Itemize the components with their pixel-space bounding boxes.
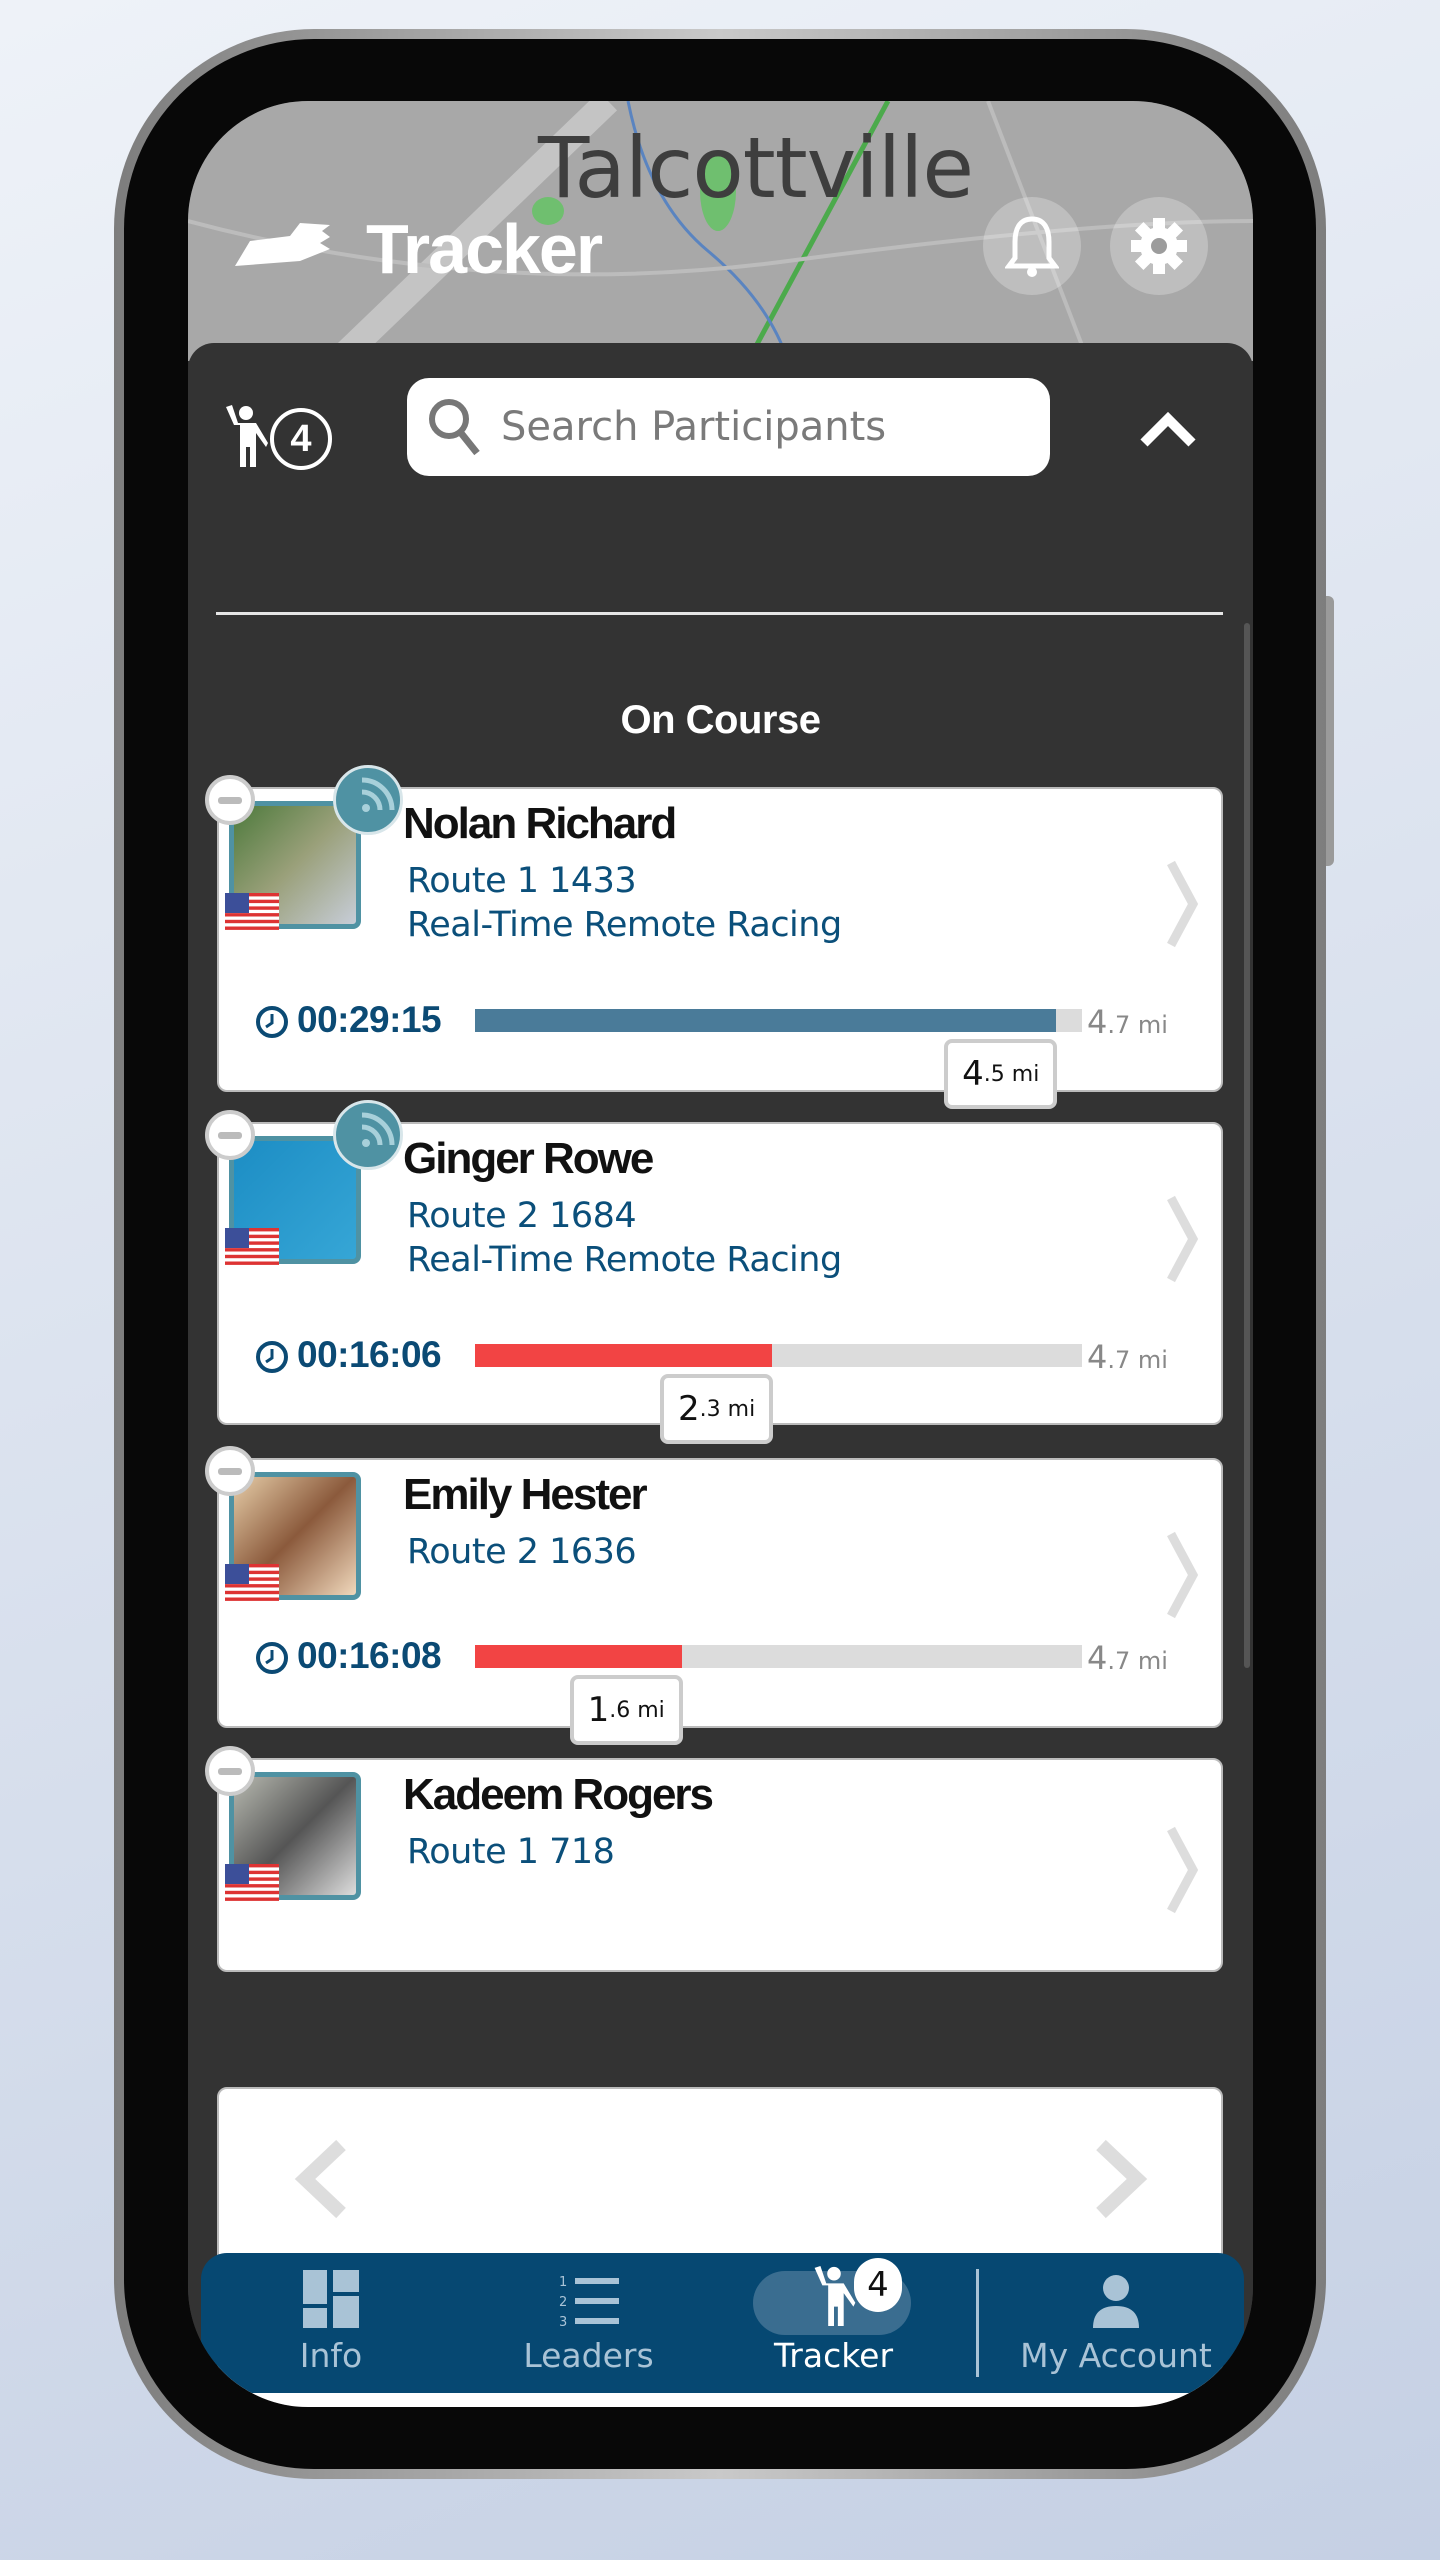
- minus-icon: [218, 1767, 242, 1775]
- notifications-button[interactable]: [983, 197, 1081, 295]
- participant-card[interactable]: Kadeem Rogers Route 1 718: [205, 1746, 1223, 1972]
- gear-icon: [1131, 218, 1187, 274]
- map-background[interactable]: Talcottville Tracker: [188, 101, 1253, 361]
- participant-event: Real-Time Remote Racing: [407, 1240, 842, 1280]
- nav-label: My Account: [1020, 2336, 1212, 2375]
- app-title: Tracker: [366, 210, 603, 288]
- participant-name: Emily Hester: [403, 1470, 648, 1519]
- walker-icon: [226, 405, 268, 467]
- minus-icon: [218, 1467, 242, 1475]
- total-distance: 4.7 mi: [1087, 1338, 1168, 1376]
- progress-fill: [475, 1009, 1057, 1032]
- settings-button[interactable]: [1110, 197, 1208, 295]
- map-place-label: Talcottville: [538, 119, 974, 217]
- chevron-right-icon[interactable]: [1165, 1530, 1201, 1620]
- chevron-right-icon[interactable]: [1165, 1825, 1201, 1915]
- numbered-list-icon: 1 2 3: [559, 2275, 619, 2328]
- remove-participant-button[interactable]: [205, 1110, 255, 1160]
- remove-participant-button[interactable]: [205, 1746, 255, 1796]
- participant-route: Route 2 1684: [407, 1196, 637, 1236]
- nav-label: Info: [299, 2336, 363, 2375]
- us-flag-icon: [225, 1864, 279, 1904]
- participant-route: Route 2 1636: [407, 1532, 637, 1572]
- live-tracking-badge: [333, 765, 403, 835]
- chevron-left-icon[interactable]: [291, 2139, 351, 2219]
- participant-route: Route 1 1433: [407, 861, 637, 901]
- dashboard-icon: [303, 2270, 359, 2328]
- distance-tooltip: 4.5 mi: [944, 1039, 1058, 1109]
- signal-icon: [361, 777, 395, 812]
- logo-shoe-icon: [235, 223, 330, 266]
- elapsed-time: 00:29:15: [297, 999, 442, 1040]
- progress-bar: [475, 1009, 1082, 1032]
- clock-icon: [256, 1642, 288, 1674]
- search-box[interactable]: [407, 378, 1050, 476]
- tracker-count-badge: 4: [854, 2258, 902, 2312]
- minus-icon: [218, 1131, 242, 1139]
- progress-fill: [475, 1344, 773, 1367]
- search-icon: [429, 399, 480, 456]
- participant-name: Kadeem Rogers: [403, 1770, 714, 1819]
- nav-divider: [976, 2269, 979, 2377]
- nav-label: Tracker: [773, 2336, 894, 2375]
- participant-event: Real-Time Remote Racing: [407, 905, 842, 945]
- nav-item-leaders[interactable]: 1 2 3 Leaders: [501, 2253, 676, 2393]
- tracked-count-badge[interactable]: 4: [270, 408, 332, 470]
- participants-panel: 4 On Course Nolan RichardRoute 1 1433Rea…: [188, 343, 1253, 2407]
- person-icon: [1093, 2275, 1139, 2328]
- distance-tooltip: 2.3 mi: [660, 1374, 774, 1444]
- distance-tooltip: 1.6 mi: [569, 1675, 683, 1745]
- participant-route: Route 1 718: [407, 1832, 615, 1872]
- nav-item-info[interactable]: Info: [261, 2253, 401, 2393]
- participant-card[interactable]: Ginger Rowe Route 2 1684 Real-Time Remote …: [205, 1100, 1223, 1444]
- svg-text:1: 1: [559, 2275, 567, 2290]
- svg-text:2: 2: [559, 2295, 567, 2310]
- progress-bar: [475, 1344, 1082, 1367]
- progress-bar: [475, 1645, 1082, 1668]
- clock-icon: [256, 1006, 288, 1038]
- remove-participant-button[interactable]: [205, 775, 255, 825]
- participant-card[interactable]: Emily Hester Route 2 1636 00:16:08 4.7 mi 1.…: [205, 1446, 1223, 1745]
- scrollbar[interactable]: [1244, 623, 1250, 1668]
- app-screen: Talcottville Tracker 4 On Course Nolan R…: [188, 101, 1253, 2407]
- section-title: On Course: [620, 698, 821, 742]
- total-distance: 4.7 mi: [1087, 1639, 1168, 1677]
- bottom-nav: Info 1 2 3 Leaders Tracker 4 My Account: [201, 2253, 1244, 2393]
- chevron-right-icon[interactable]: [1165, 859, 1201, 949]
- chevron-up-icon[interactable]: [1140, 409, 1196, 449]
- us-flag-icon: [225, 893, 279, 933]
- nav-item-my-account[interactable]: My Account: [1001, 2253, 1231, 2393]
- svg-text:3: 3: [559, 2315, 567, 2328]
- us-flag-icon: [225, 1564, 279, 1604]
- remove-participant-button[interactable]: [205, 1446, 255, 1496]
- walker-icon: [814, 2265, 855, 2327]
- live-tracking-badge: [333, 1100, 403, 1170]
- nav-label: Leaders: [523, 2336, 654, 2375]
- participant-name: Ginger Rowe: [403, 1134, 654, 1183]
- elapsed-time: 00:16:06: [297, 1334, 442, 1375]
- chevron-right-icon[interactable]: [1165, 1194, 1201, 1284]
- us-flag-icon: [225, 1228, 279, 1268]
- total-distance: 4.7 mi: [1087, 1003, 1168, 1041]
- elapsed-time: 00:16:08: [297, 1635, 442, 1676]
- progress-fill: [475, 1645, 682, 1668]
- participant-name: Nolan Richard: [403, 799, 677, 848]
- clock-icon: [256, 1341, 288, 1373]
- bell-icon: [1005, 216, 1059, 277]
- participant-card[interactable]: Nolan Richard Route 1 1433 Real-Time Remot…: [205, 765, 1223, 1109]
- search-input[interactable]: [501, 404, 1021, 450]
- divider: [216, 612, 1223, 615]
- chevron-right-icon[interactable]: [1091, 2139, 1151, 2219]
- minus-icon: [218, 796, 242, 804]
- signal-icon: [361, 1112, 395, 1147]
